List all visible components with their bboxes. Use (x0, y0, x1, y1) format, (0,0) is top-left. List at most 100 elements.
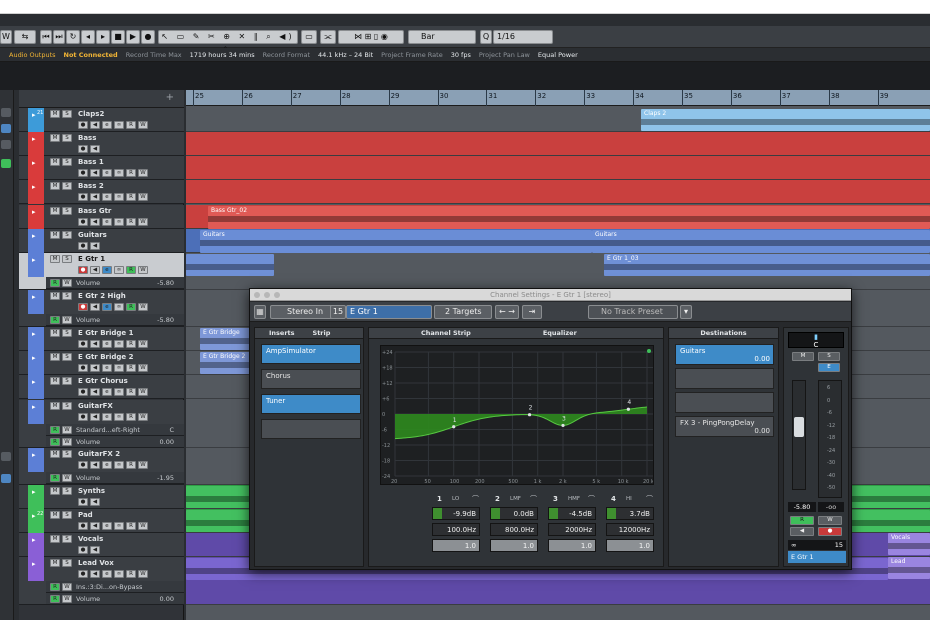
track-expand-icon[interactable]: ▸ (32, 330, 36, 338)
track-control-button[interactable]: ◀ (90, 388, 100, 396)
eq-band-type[interactable]: LMF (510, 496, 521, 502)
track-name[interactable]: E Gtr 1 (78, 255, 105, 263)
track-control-button[interactable]: ∞ (114, 522, 124, 530)
track-solo-button[interactable]: S (62, 329, 72, 337)
eq-filter-shape-icon[interactable]: ⌒ (646, 494, 653, 504)
eq-band-handle[interactable] (626, 407, 630, 411)
prev-next-channel-icon[interactable]: ← → (495, 305, 519, 319)
track-control-button[interactable]: W (138, 169, 148, 177)
eq-gain-field[interactable]: 0.0dB (490, 507, 538, 520)
track-lane[interactable] (186, 132, 930, 156)
track-row[interactable]: ▸ M S Bass 2 ● ◀ e ∞ R W (19, 180, 184, 204)
track-row[interactable]: ▸ M S GuitarFX ● ◀ e ∞ R W R W Standard...eft-Right C… (19, 400, 184, 448)
track-name[interactable]: Claps2 (78, 110, 104, 118)
track-color-strip[interactable] (28, 557, 44, 581)
track-control-button[interactable]: ◀ (90, 498, 100, 506)
track-expand-icon[interactable]: ▸ (32, 354, 36, 362)
track-solo-button[interactable]: S (62, 487, 72, 495)
sidebar-toggle-icon[interactable]: ▦ (254, 305, 266, 319)
track-control-button[interactable]: ◀ (90, 193, 100, 201)
track-color-strip[interactable] (28, 290, 44, 314)
track-row[interactable]: ▸ M S Lead Vox ● ◀ e ∞ R W R W Ins.:3:Di...on-Bypass… (19, 557, 184, 605)
track-control-button[interactable]: R (126, 218, 136, 226)
send-slot[interactable]: FX 3 - PingPongDelay 0.00 (675, 416, 774, 437)
volume-fader[interactable] (792, 380, 806, 490)
track-solo-button[interactable]: S (62, 182, 72, 190)
eq-filter-shape-icon[interactable]: ⌒ (472, 494, 479, 504)
track-control-button[interactable]: ● (78, 340, 88, 348)
workspace-w-button[interactable]: W (0, 30, 12, 44)
track-control-button[interactable]: e (102, 303, 112, 311)
automation-sub-track[interactable]: R W Volume -5.80 (46, 277, 184, 289)
track-control-button[interactable]: ◀ (90, 145, 100, 153)
track-control-button[interactable]: e (102, 388, 112, 396)
track-control-button[interactable]: R (126, 413, 136, 421)
track-color-strip[interactable] (28, 132, 44, 156)
track-expand-icon[interactable]: ▸ (32, 232, 36, 240)
track-color-strip[interactable] (28, 400, 44, 424)
track-control-button[interactable]: ◀ (90, 121, 100, 129)
read-automation-button[interactable]: R (790, 516, 814, 525)
track-mute-button[interactable]: M (50, 158, 60, 166)
automation-read-button[interactable]: R (50, 438, 60, 446)
automation-sub-track[interactable]: R W Volume 0.00 (46, 436, 184, 448)
track-control-button[interactable]: W (138, 121, 148, 129)
track-solo-button[interactable]: S (62, 353, 72, 361)
track-mute-button[interactable]: M (50, 353, 60, 361)
eq-filter-shape-icon[interactable]: ⌒ (530, 494, 537, 504)
track-expand-icon[interactable]: ▸ (32, 135, 36, 143)
track-control-button[interactable]: R (126, 169, 136, 177)
track-expand-icon[interactable]: ▸ (32, 512, 36, 520)
eq-frequency-field[interactable]: 100.0Hz (432, 523, 480, 536)
track-control-button[interactable]: ◀ (90, 364, 100, 372)
automation-write-button[interactable]: W (62, 316, 72, 324)
send-slot[interactable] (675, 392, 774, 413)
track-row[interactable]: ▸ M S E Gtr Bridge 1 ● ◀ e ∞ R W (19, 327, 184, 351)
send-slot[interactable]: Guitars 0.00 (675, 344, 774, 365)
track-name[interactable]: Pad (78, 511, 93, 519)
edit-channel-icon[interactable]: ⇥ (522, 305, 542, 319)
track-solo-button[interactable]: S (62, 158, 72, 166)
track-control-button[interactable]: W (138, 303, 148, 311)
track-control-button[interactable]: ∞ (114, 461, 124, 469)
tab-inserts[interactable]: Inserts (269, 329, 295, 337)
eq-gain-field[interactable]: -9.9dB (432, 507, 480, 520)
track-color-strip[interactable] (28, 533, 44, 557)
automation-sub-track[interactable]: R W Standard...eft-Right C (46, 424, 184, 436)
track-row[interactable]: ▸ M S Bass Gtr ● ◀ e ∞ R W (19, 205, 184, 229)
eq-band-type[interactable]: HMF (568, 496, 580, 502)
track-mute-button[interactable]: M (50, 535, 60, 543)
track-mute-button[interactable]: M (50, 231, 60, 239)
track-control-button[interactable]: ● (78, 242, 88, 250)
track-color-strip[interactable] (28, 205, 44, 229)
eq-q-field[interactable]: 1.0 (606, 539, 654, 552)
automation-write-button[interactable]: W (62, 595, 72, 603)
track-row[interactable]: ▸ M S E Gtr Chorus ● ◀ e ∞ R W (19, 375, 184, 399)
track-mute-button[interactable]: M (50, 255, 60, 263)
automation-sub-track[interactable]: R W Ins.:3:Di...on-Bypass (46, 581, 184, 593)
track-name[interactable]: Lead Vox (78, 559, 114, 567)
automation-write-button[interactable]: W (62, 474, 72, 482)
track-control-button[interactable]: ◀ (90, 303, 100, 311)
track-expand-icon[interactable]: ▸ (32, 451, 36, 459)
track-control-button[interactable]: R (126, 266, 136, 274)
track-name[interactable]: GuitarFX (78, 402, 113, 410)
track-expand-icon[interactable]: ▸ (32, 159, 36, 167)
track-control-button[interactable]: ∞ (114, 193, 124, 201)
track-control-button[interactable]: ∞ (114, 218, 124, 226)
pan-control[interactable]: ▮ C (788, 332, 844, 349)
automation-parameter[interactable]: Standard...eft-Right (76, 424, 140, 436)
track-control-button[interactable]: e (102, 364, 112, 372)
track-expand-icon[interactable]: ▸ (32, 488, 36, 496)
automation-read-button[interactable]: R (50, 474, 60, 482)
quick-controls-icon[interactable] (1, 474, 11, 483)
track-control-button[interactable]: ∞ (114, 266, 124, 274)
track-control-button[interactable]: W (138, 193, 148, 201)
close-window-icon[interactable] (254, 292, 260, 298)
track-solo-button[interactable]: S (62, 535, 72, 543)
track-row[interactable]: ▸ M S Guitars ● ◀ (19, 229, 184, 253)
eq-gain-field[interactable]: -4.5dB (548, 507, 596, 520)
track-control-button[interactable]: W (138, 413, 148, 421)
automation-write-button[interactable]: W (62, 426, 72, 434)
egtr1-event[interactable] (186, 254, 274, 276)
